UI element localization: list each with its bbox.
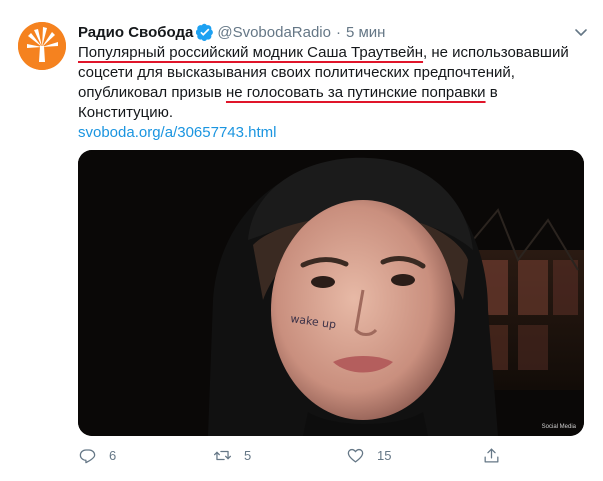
portrait-photo: wake up — [78, 150, 584, 436]
reply-button[interactable]: 6 — [78, 446, 116, 465]
author-name[interactable]: Радио Свобода — [78, 24, 193, 41]
like-icon — [347, 448, 364, 463]
like-button[interactable]: 15 — [346, 446, 391, 465]
like-count: 15 — [377, 448, 392, 463]
media-watermark: Social Media — [541, 424, 576, 430]
retweet-button[interactable]: 5 — [213, 446, 251, 465]
reply-count: 6 — [109, 448, 117, 463]
separator-dot: · — [335, 23, 341, 41]
author-handle[interactable]: @SvobodaRadio — [217, 24, 331, 41]
verified-icon — [196, 23, 214, 41]
share-icon — [484, 448, 499, 463]
article-link[interactable]: svoboda.org/a/30657743.html — [78, 124, 276, 141]
retweet-count: 5 — [244, 448, 252, 463]
tweet-card: Радио Свобода @SvobodaRadio · 5 мин Попу… — [0, 0, 603, 481]
underlined-phrase-2: не голосовать за путинские поправки — [225, 84, 486, 101]
underlined-phrase-1: Популярный российский модник Саша Траутв… — [78, 44, 424, 61]
timestamp[interactable]: 5 мин — [346, 24, 386, 41]
tweet-header: Радио Свобода @SvobodaRadio · 5 мин — [78, 22, 385, 42]
share-button[interactable] — [482, 446, 501, 465]
tweet-actions: 6 5 15 — [78, 446, 588, 470]
avatar-logo-icon — [18, 22, 66, 70]
avatar[interactable] — [18, 22, 66, 70]
chevron-down-icon[interactable] — [573, 24, 589, 40]
tweet-media-image[interactable]: wake up Social Media — [78, 150, 584, 436]
retweet-icon — [213, 450, 232, 461]
tweet-text: Популярный российский модник Саша Траутв… — [78, 43, 588, 143]
reply-icon — [79, 449, 96, 464]
